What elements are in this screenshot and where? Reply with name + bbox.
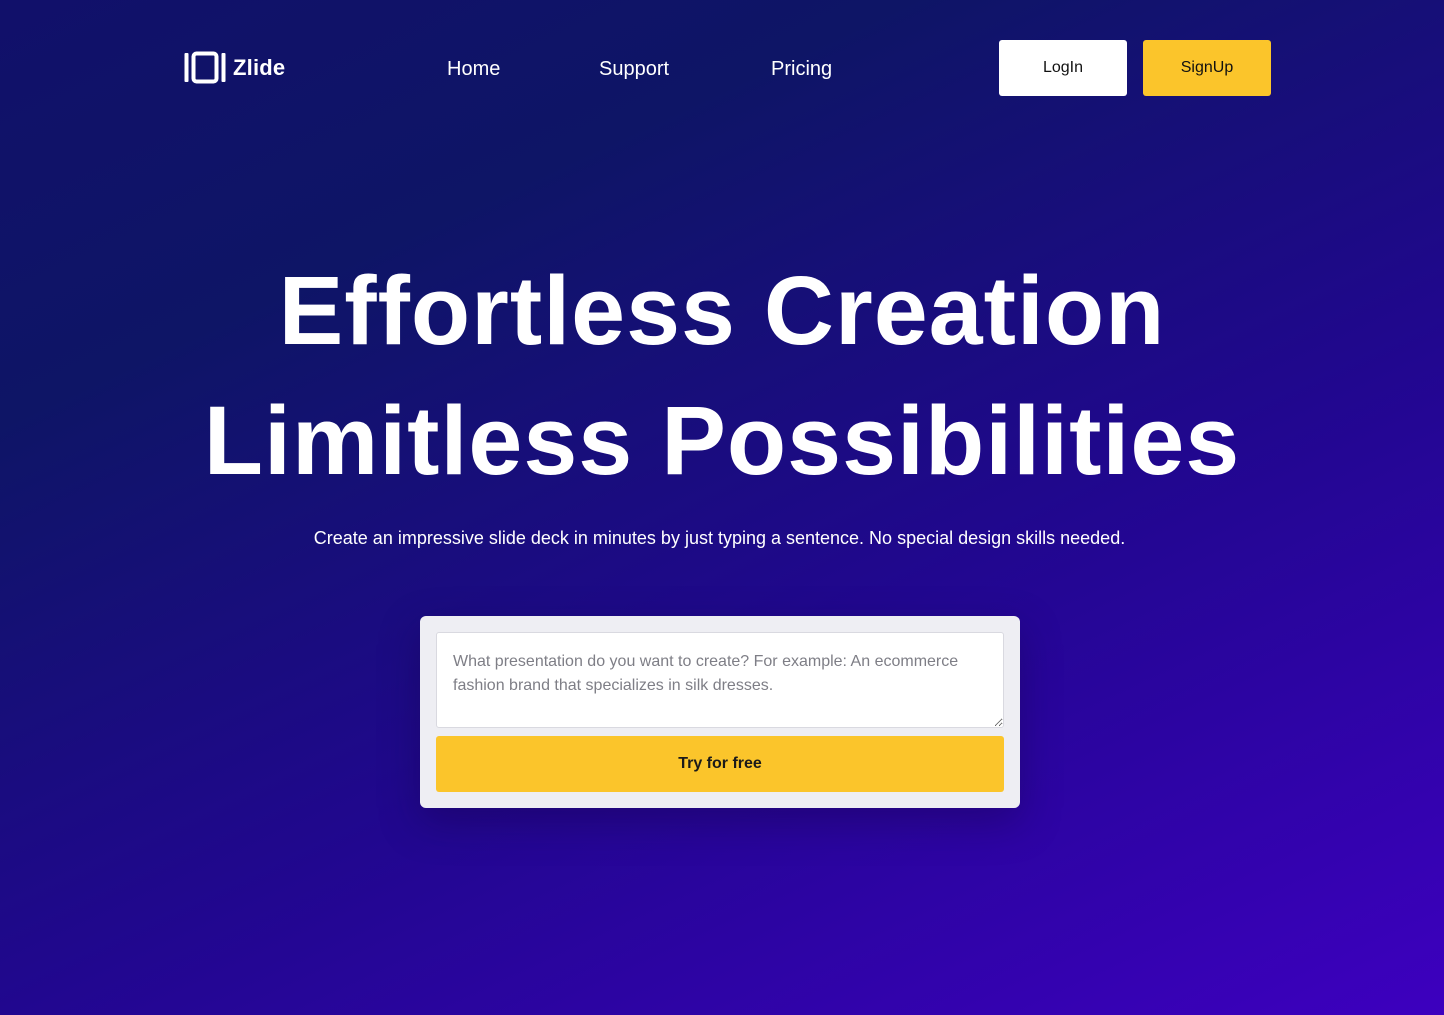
login-button[interactable]: LogIn xyxy=(999,40,1127,96)
hero-subtitle: Create an impressive slide deck in minut… xyxy=(313,528,1126,548)
presentation-prompt-input[interactable] xyxy=(436,632,1004,728)
signup-button[interactable]: SignUp xyxy=(1143,40,1271,96)
hero-title: Effortless Creation Limitless Possibilit… xyxy=(0,246,1444,506)
site-header: Zlide Home Support Pricing LogIn SignUp xyxy=(0,0,1444,136)
try-for-free-button[interactable]: Try for free xyxy=(436,736,1004,792)
logo[interactable]: Zlide xyxy=(184,51,285,84)
prompt-card: Try for free xyxy=(420,616,1020,808)
nav-link-home[interactable]: Home xyxy=(447,55,500,83)
hero-title-line-2: Limitless Possibilities xyxy=(203,386,1241,495)
slides-frame-icon xyxy=(184,51,226,84)
nav-link-pricing[interactable]: Pricing xyxy=(771,55,832,83)
nav-link-support[interactable]: Support xyxy=(599,55,669,83)
logo-text: Zlide xyxy=(233,54,286,80)
hero-title-line-1: Effortless Creation xyxy=(278,256,1166,365)
